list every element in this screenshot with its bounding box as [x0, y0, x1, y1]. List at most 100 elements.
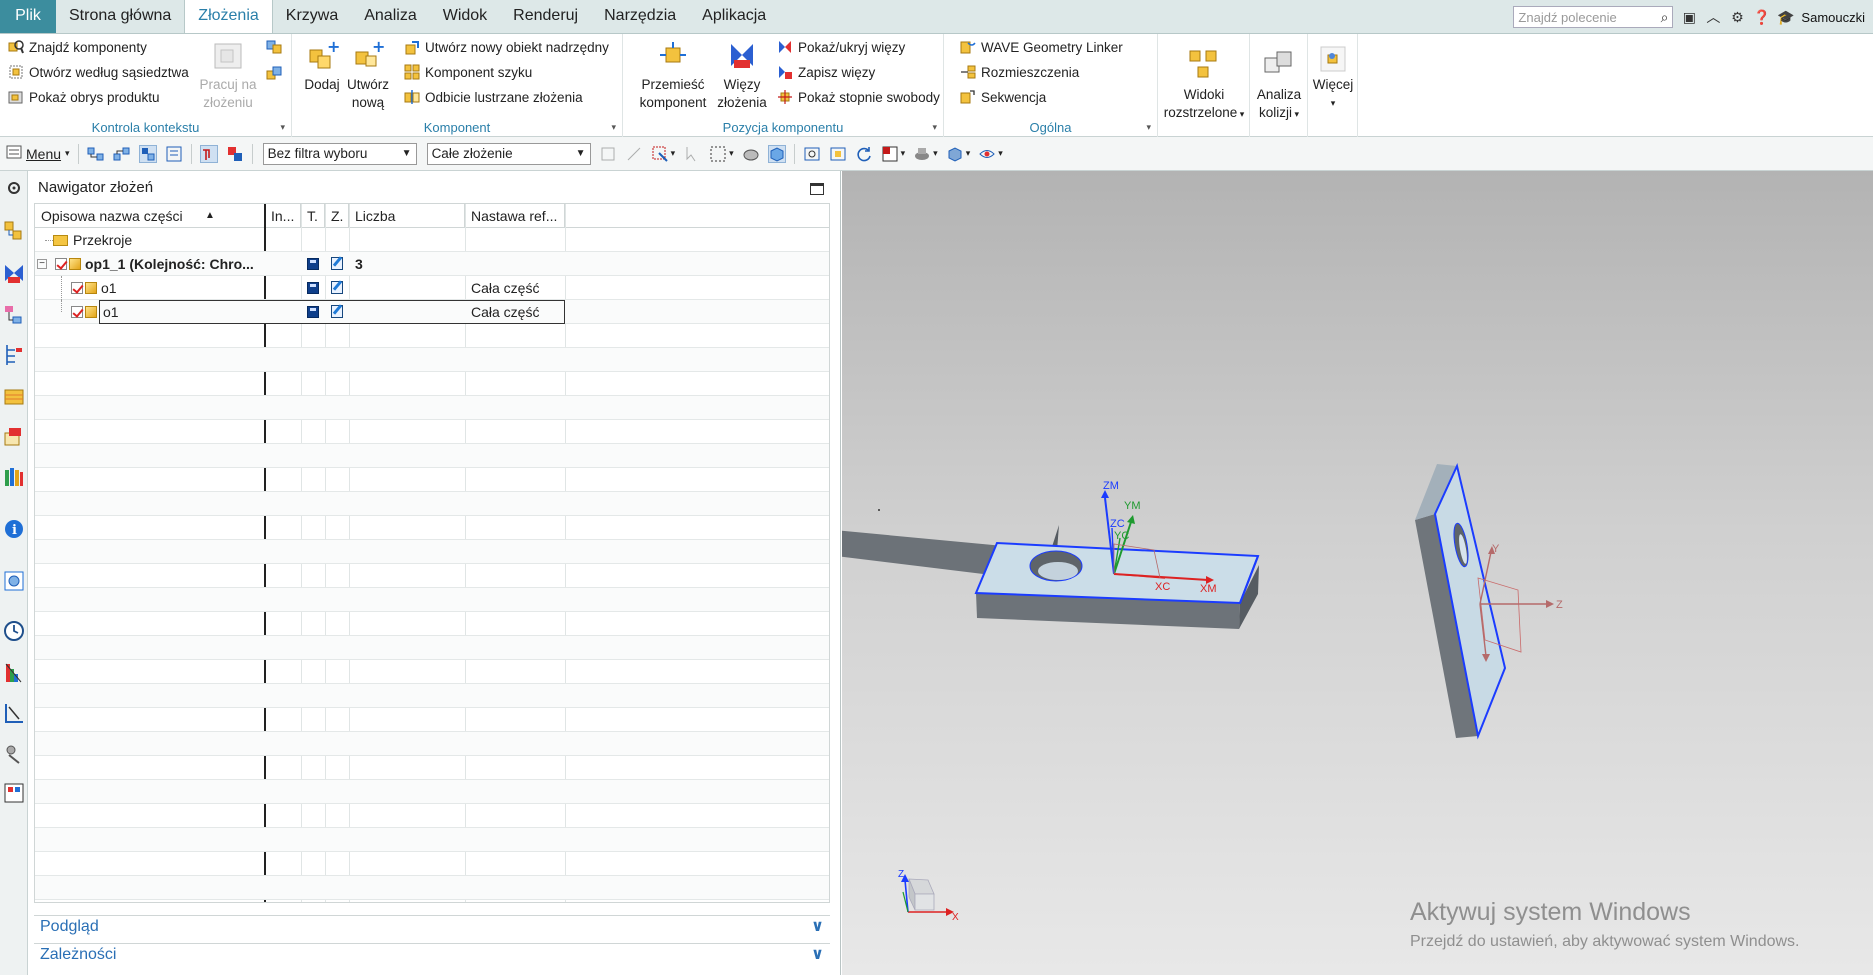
save-constraints-button[interactable]: Zapisz więzy	[777, 61, 875, 83]
assembly-tree-icon-b[interactable]	[113, 145, 131, 163]
search-icon[interactable]: ⌕	[1661, 9, 1669, 26]
work-in-assembly-button[interactable]: Pracuj na złożeniu	[198, 38, 258, 112]
lasso-dropdown-icon[interactable]: ▾	[729, 148, 734, 159]
settings-icon[interactable]: ⚙	[1729, 9, 1745, 26]
selection-box-dropdown-icon[interactable]: ▾	[671, 148, 676, 159]
part-navigator-icon[interactable]	[3, 303, 25, 327]
create-new-component-button[interactable]: + Utwórz nową	[346, 37, 390, 112]
move-component-button[interactable]: Przemieść komponent	[637, 38, 709, 112]
visibility-checkbox[interactable]	[71, 306, 83, 318]
show-hide-constraints-button[interactable]: Pokaż/ukryj więzy	[777, 36, 905, 58]
hd3d-tools-icon[interactable]	[3, 425, 25, 449]
arrangements-button[interactable]: Rozmieszczenia	[960, 61, 1079, 83]
column-header-reference-set[interactable]: Nastawa ref...	[465, 204, 565, 228]
snap-icon-b[interactable]	[625, 145, 643, 163]
find-components-button[interactable]: Znajdź komponenty	[8, 36, 147, 58]
orient-view-icon[interactable]	[946, 145, 964, 163]
column-header-in[interactable]: In...	[265, 204, 301, 228]
visibility-checkbox[interactable]	[71, 282, 83, 294]
show-product-outline-button[interactable]: Pokaż obrys produktu	[8, 86, 160, 108]
chevron-down-icon[interactable]: ∨	[811, 944, 824, 964]
help-icon[interactable]: ❓	[1753, 9, 1770, 26]
feature-tree-icon[interactable]	[3, 343, 25, 367]
tab-widok[interactable]: Widok	[430, 0, 500, 33]
table-row-assembly-root[interactable]: − op1_1 (Kolejność: Chro... 3	[35, 252, 829, 276]
snap-icon-a[interactable]	[599, 145, 617, 163]
fit-view-icon[interactable]	[803, 145, 821, 163]
selection-filter-dropdown[interactable]: Bez filtra wyboru ▼	[262, 142, 417, 165]
window-icon[interactable]: ▣	[1681, 9, 1697, 26]
selection-scope-dropdown[interactable]: Całe złożenie ▼	[426, 142, 591, 165]
history-clock-icon[interactable]	[3, 619, 25, 643]
library-books-icon[interactable]	[3, 465, 25, 489]
graphics-viewport[interactable]: ZM YM ZC YC XC XM Y Z Z X Aktywuj system…	[842, 171, 1873, 975]
assembly-constraints-button[interactable]: Więzy złożenia	[715, 38, 769, 112]
new-parent-button[interactable]: Utwórz nowy obiekt nadrzędny	[404, 36, 609, 58]
solid-body-icon[interactable]	[767, 144, 786, 163]
visibility-icon[interactable]	[978, 145, 996, 163]
selection-filter-icon-a[interactable]	[199, 144, 218, 163]
mirror-assembly-button[interactable]: Odbicie lustrzane złożenia	[404, 86, 583, 108]
column-header-z[interactable]: Z.	[325, 204, 349, 228]
constraint-navigator-icon[interactable]	[3, 261, 25, 285]
clearance-dropdown-icon[interactable]: ▾	[1292, 109, 1299, 119]
palette-icon[interactable]	[3, 781, 25, 805]
orient-view-dropdown-icon[interactable]: ▾	[966, 148, 971, 159]
view-layout-icon[interactable]	[881, 145, 899, 163]
web-browser-icon[interactable]	[3, 569, 25, 593]
assembly-navigator-icon[interactable]	[3, 219, 25, 243]
zoom-icon[interactable]	[829, 145, 847, 163]
selection-box-icon[interactable]	[651, 145, 669, 163]
dependencies-panel-header[interactable]: Zależności ∨	[34, 943, 830, 967]
settings-gear-icon[interactable]	[3, 177, 25, 201]
reuse-library-icon[interactable]	[3, 385, 25, 409]
component-expand-icon[interactable]: ▾	[611, 122, 616, 133]
tab-narzedzia[interactable]: Narzędzia	[591, 0, 689, 33]
collapse-icon[interactable]: −	[37, 259, 47, 269]
sequence-button[interactable]: Sekwencja	[960, 86, 1046, 108]
role-navigator-icon[interactable]	[3, 701, 25, 725]
chevron-up-icon[interactable]: ︿	[1705, 7, 1721, 27]
more-button[interactable]: Więcej ▾	[1310, 38, 1356, 112]
context-control-expand-icon[interactable]: ▾	[280, 122, 285, 133]
clearance-analysis-button[interactable]: Analiza kolizji ▾	[1252, 38, 1306, 123]
visibility-checkbox[interactable]	[55, 258, 67, 270]
exploded-views-dropdown-icon[interactable]: ▾	[1237, 109, 1245, 119]
tab-renderuj[interactable]: Renderuj	[500, 0, 591, 33]
system-materials-icon[interactable]	[3, 661, 25, 685]
context-icon-a[interactable]	[266, 40, 282, 57]
command-search-input[interactable]: Znajdź polecenie ⌕	[1513, 6, 1674, 28]
shaded-body-icon[interactable]	[742, 145, 760, 163]
table-row-sections[interactable]: Przekroje	[35, 228, 829, 252]
context-icon-b[interactable]	[266, 66, 282, 83]
show-dof-button[interactable]: Pokaż stopnie swobody	[777, 86, 940, 108]
info-icon[interactable]: i	[3, 517, 25, 541]
open-by-proximity-button[interactable]: Otwórz według sąsiedztwa	[8, 61, 189, 83]
table-row-component[interactable]: o1 Cała część	[35, 276, 829, 300]
assembly-tree-icon-d[interactable]	[165, 145, 183, 163]
maximize-icon[interactable]	[810, 183, 824, 195]
exploded-views-button[interactable]: Widoki rozstrzelone ▾	[1162, 38, 1246, 123]
selection-filter-icon-b[interactable]	[226, 145, 244, 163]
menu-button[interactable]: Menu ▾	[6, 145, 70, 162]
process-studio-icon[interactable]	[3, 741, 25, 765]
assembly-tree-icon-a[interactable]	[87, 145, 105, 163]
lasso-select-icon[interactable]	[709, 145, 727, 163]
wave-linker-button[interactable]: WAVE Geometry Linker	[960, 36, 1123, 58]
column-header-count[interactable]: Liczba	[349, 204, 465, 228]
column-header-t[interactable]: T.	[301, 204, 325, 228]
view-layout-dropdown-icon[interactable]: ▾	[901, 148, 906, 159]
render-style-icon[interactable]	[913, 145, 931, 163]
pointer-icon[interactable]	[683, 145, 701, 163]
array-component-button[interactable]: Komponent szyku	[404, 61, 532, 83]
tab-krzywa[interactable]: Krzywa	[273, 0, 351, 33]
tab-analiza[interactable]: Analiza	[351, 0, 429, 33]
component-position-expand-icon[interactable]: ▾	[932, 122, 937, 133]
general-expand-icon[interactable]: ▾	[1146, 122, 1151, 133]
column-header-description[interactable]: Opisowa nazwa części ▲	[35, 204, 265, 228]
tab-strona-glowna[interactable]: Strona główna	[56, 0, 184, 33]
assembly-tree-icon-c[interactable]	[138, 144, 157, 163]
rotate-icon[interactable]	[855, 145, 873, 163]
tab-aplikacja[interactable]: Aplikacja	[689, 0, 779, 33]
tab-plik[interactable]: Plik	[0, 0, 56, 33]
